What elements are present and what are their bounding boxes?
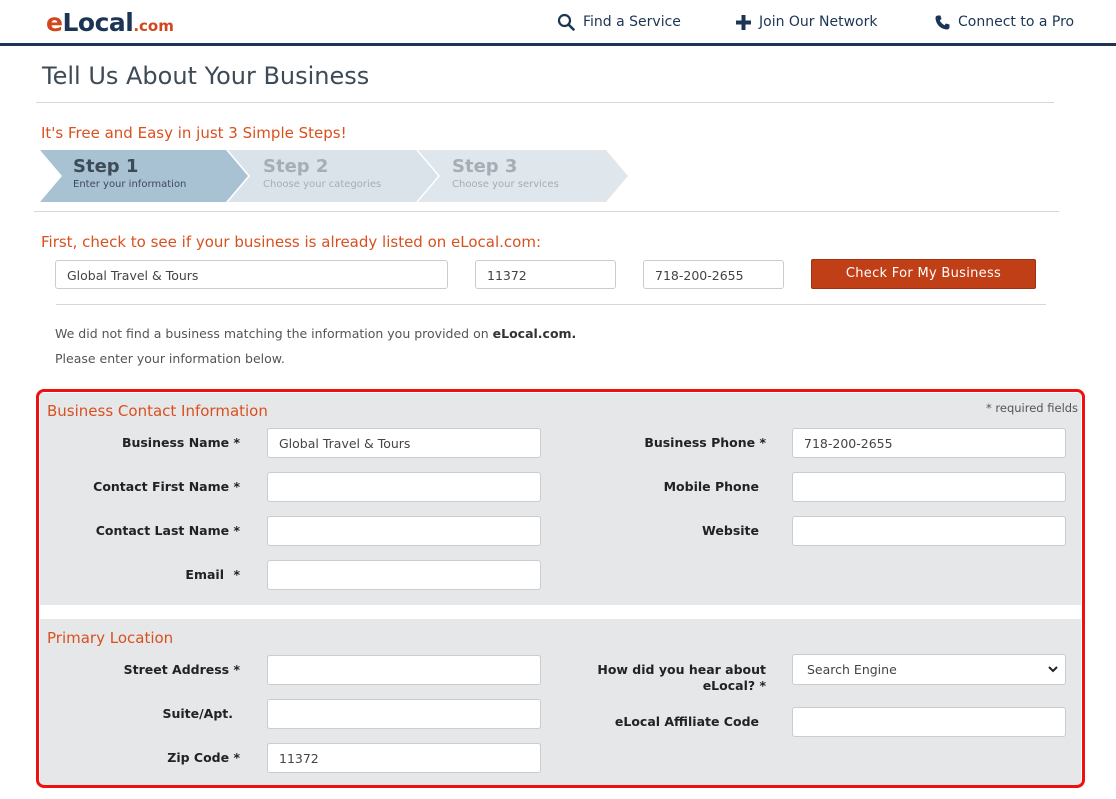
business-name-input[interactable]: Global Travel & Tours <box>267 428 541 458</box>
nav-connect-pro[interactable]: Connect to a Pro <box>935 12 1074 32</box>
hear-about-selected: Search Engine <box>807 662 897 677</box>
step-1-subtitle: Enter your information <box>73 179 187 190</box>
nav-join-network-label: Join Our Network <box>759 14 878 30</box>
steps-subtitle: It's Free and Easy in just 3 Simple Step… <box>41 124 347 142</box>
divider <box>56 304 1046 305</box>
check-business-button[interactable]: Check For My Business <box>811 259 1036 289</box>
business-phone-input[interactable]: 718-200-2655 <box>792 428 1066 458</box>
business-name-label: Business Name * <box>121 435 240 450</box>
step-3-title: Step 3 <box>452 156 518 177</box>
last-name-label: Contact Last Name * <box>95 523 240 538</box>
affiliate-code-label: eLocal Affiliate Code <box>614 714 759 729</box>
first-name-label: Contact First Name * <box>93 479 240 494</box>
street-address-input[interactable] <box>267 655 541 685</box>
nav-connect-pro-label: Connect to a Pro <box>958 14 1075 30</box>
business-phone-label: Business Phone * <box>644 435 766 450</box>
nav-find-service[interactable]: Find a Service <box>557 12 681 32</box>
email-label: Email <box>185 567 224 582</box>
not-found-message: We did not find a business matching the … <box>55 326 577 341</box>
zip-code-input[interactable]: 11372 <box>267 743 541 773</box>
search-icon <box>557 13 575 31</box>
phone-icon <box>935 15 950 30</box>
step-2-title: Step 2 <box>263 156 329 177</box>
check-heading: First, check to see if your business is … <box>41 233 542 251</box>
suite-input[interactable] <box>267 699 541 729</box>
street-address-label: Street Address * <box>123 662 240 677</box>
step-3: Step 3 Choose your services <box>452 156 559 190</box>
required-fields-note: * required fields <box>986 401 1079 415</box>
suite-label: Suite/Apt. <box>162 706 233 721</box>
mobile-phone-input[interactable] <box>792 472 1066 502</box>
nav-join-network[interactable]: Join Our Network <box>736 12 877 32</box>
step-progress: Step 1 Enter your information Step 2 Cho… <box>40 150 640 202</box>
hear-about-label-line2: eLocal? * <box>702 678 766 693</box>
step-1-title: Step 1 <box>73 156 139 177</box>
check-business-name-input[interactable]: Global Travel & Tours <box>55 260 448 289</box>
location-section-title: Primary Location <box>47 629 174 647</box>
page-title: Tell Us About Your Business <box>42 62 370 90</box>
check-phone-input[interactable]: 718-200-2655 <box>643 260 784 289</box>
website-input[interactable] <box>792 516 1066 546</box>
instruction-message: Please enter your information below. <box>55 351 285 366</box>
last-name-input[interactable] <box>267 516 541 546</box>
hear-about-label-line1: How did you hear about <box>597 662 766 677</box>
email-input[interactable] <box>267 560 541 590</box>
website-label: Website <box>702 523 759 538</box>
mobile-phone-label: Mobile Phone <box>663 479 759 494</box>
affiliate-code-input[interactable] <box>792 707 1066 737</box>
elocal-logo[interactable]: eLocal.com <box>46 8 174 37</box>
check-zip-input[interactable]: 11372 <box>475 260 616 289</box>
contact-section-title: Business Contact Information <box>47 402 268 420</box>
step-2-subtitle: Choose your categories <box>263 179 382 190</box>
site-header: eLocal.com Find a Service Join Our Netwo… <box>0 0 1116 46</box>
step-1: Step 1 Enter your information <box>73 156 186 190</box>
nav-find-service-label: Find a Service <box>583 14 681 30</box>
hear-about-select[interactable]: Search Engine <box>792 654 1066 685</box>
email-required-star: * <box>233 567 240 582</box>
first-name-input[interactable] <box>267 472 541 502</box>
zip-code-label: Zip Code * <box>167 750 240 765</box>
chevron-down-icon <box>1047 663 1059 678</box>
plus-icon <box>736 14 751 30</box>
divider <box>34 211 1059 212</box>
divider <box>36 102 1054 103</box>
step-2: Step 2 Choose your categories <box>263 156 381 190</box>
step-3-subtitle: Choose your services <box>452 179 559 190</box>
